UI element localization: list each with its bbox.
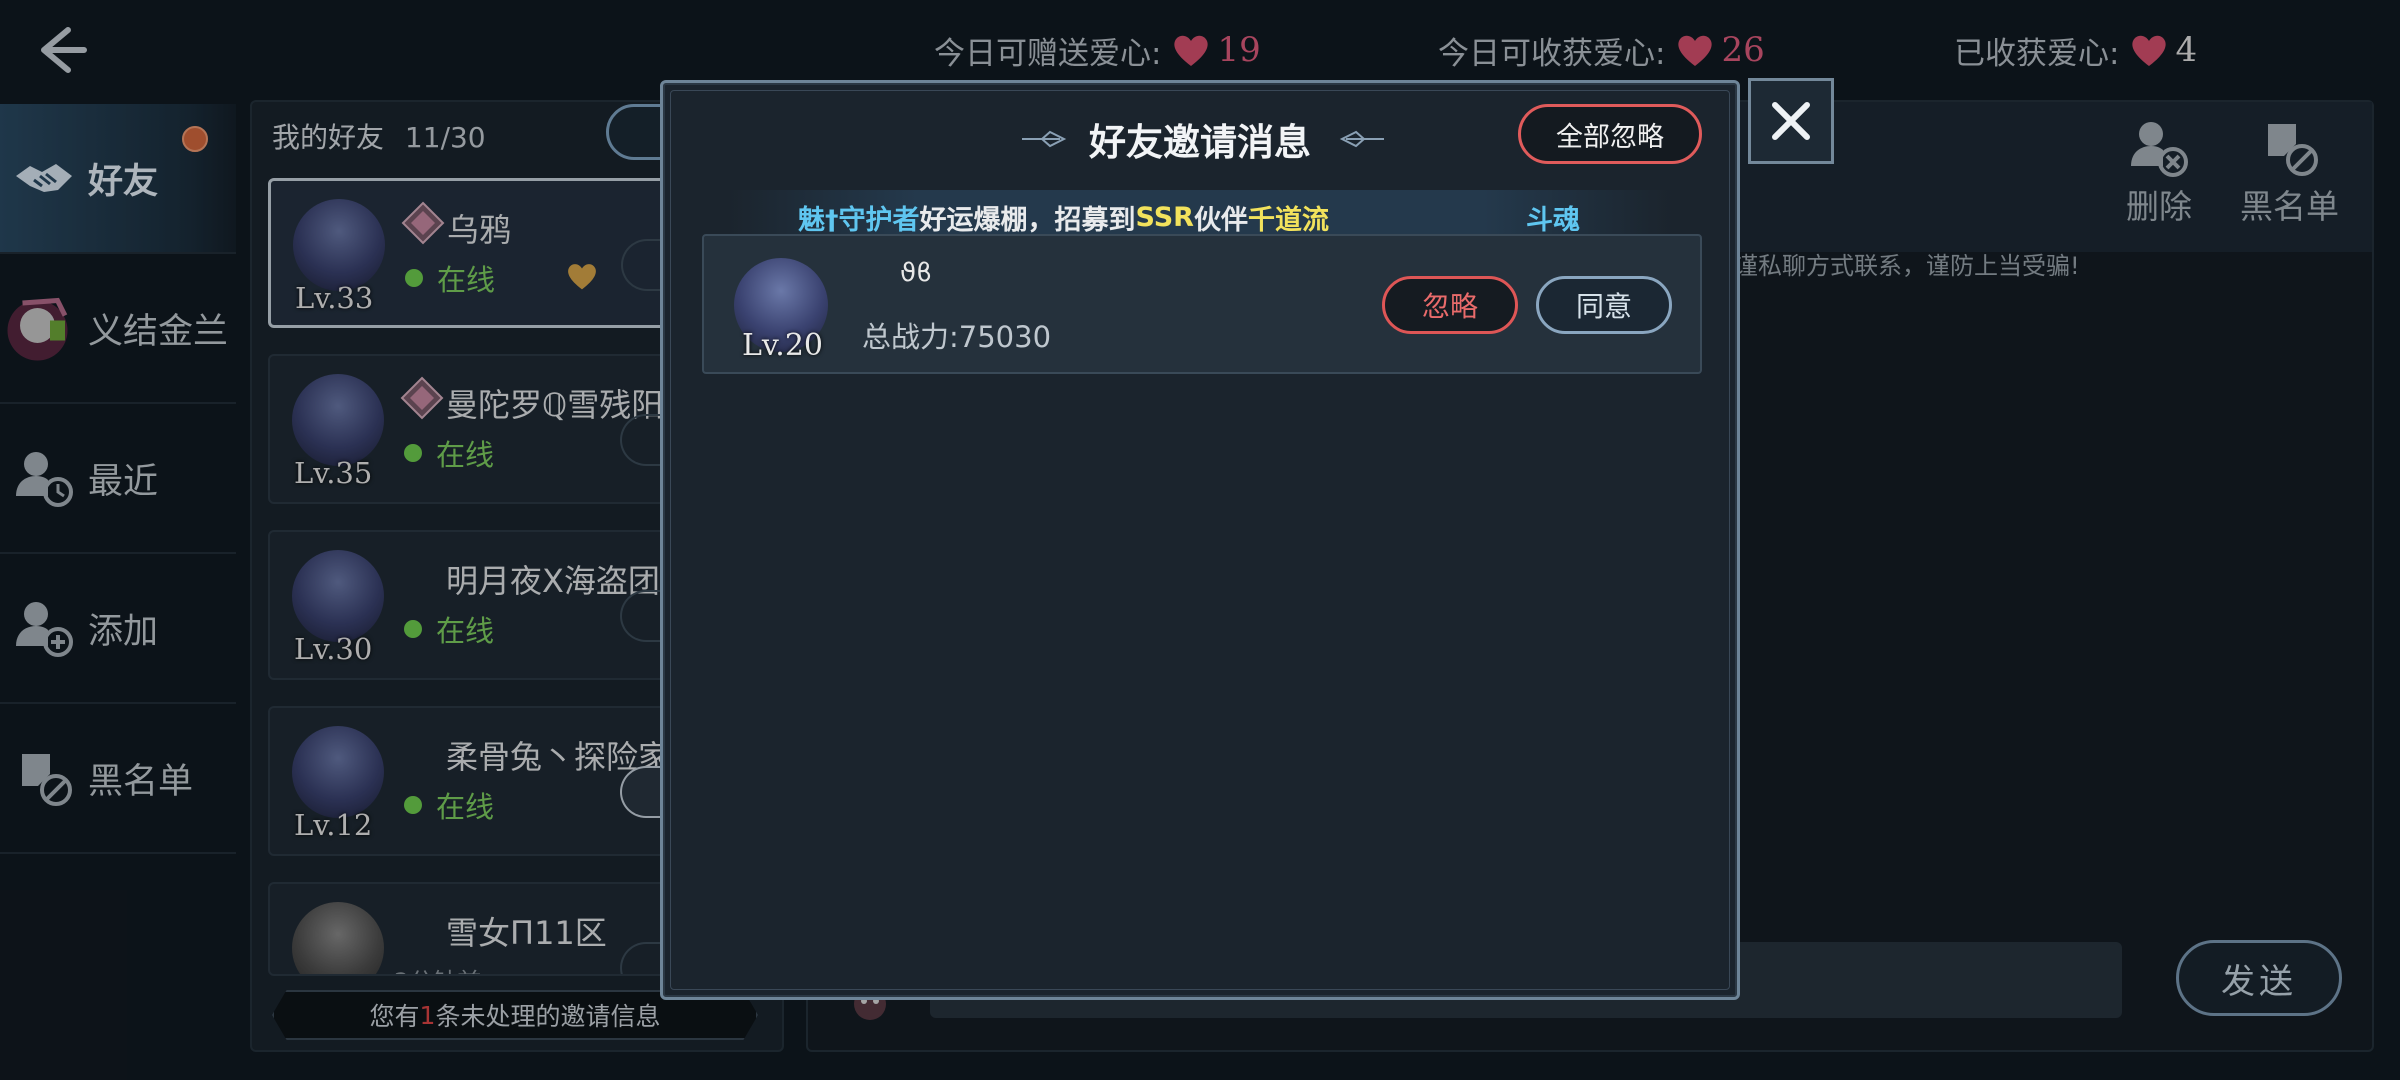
close-button[interactable] xyxy=(1748,78,1834,164)
ignore-all-button[interactable]: 全部忽略 xyxy=(1518,104,1702,164)
accept-button[interactable]: 同意 xyxy=(1536,276,1672,334)
power-label: 总战力: xyxy=(862,320,959,354)
power-value: 75030 xyxy=(958,320,1052,354)
close-icon xyxy=(1772,102,1810,140)
invite-power: 总战力:75030 xyxy=(862,314,1051,356)
invite-name: ϑϐ xyxy=(900,258,933,288)
title-ornament-right-icon xyxy=(1339,130,1384,148)
announcement-text-1: 好运爆棚，招募到 xyxy=(919,204,1136,236)
announcement-player: 魅†守护者 xyxy=(798,204,920,236)
announcement-channel: 斗魂 xyxy=(1526,204,1580,236)
dialog-title: 好友邀请消息 xyxy=(1089,121,1311,164)
invite-item: Lv.20 ϑϐ 总战力:75030 忽略 同意 xyxy=(702,234,1702,374)
ignore-button[interactable]: 忽略 xyxy=(1382,276,1518,334)
announcement-rarity: SSR xyxy=(1135,201,1194,233)
announcement-partner: 千道流 xyxy=(1247,204,1329,236)
invite-level: Lv.20 xyxy=(742,328,824,363)
announcement-text-2: 伙伴 xyxy=(1193,204,1248,236)
